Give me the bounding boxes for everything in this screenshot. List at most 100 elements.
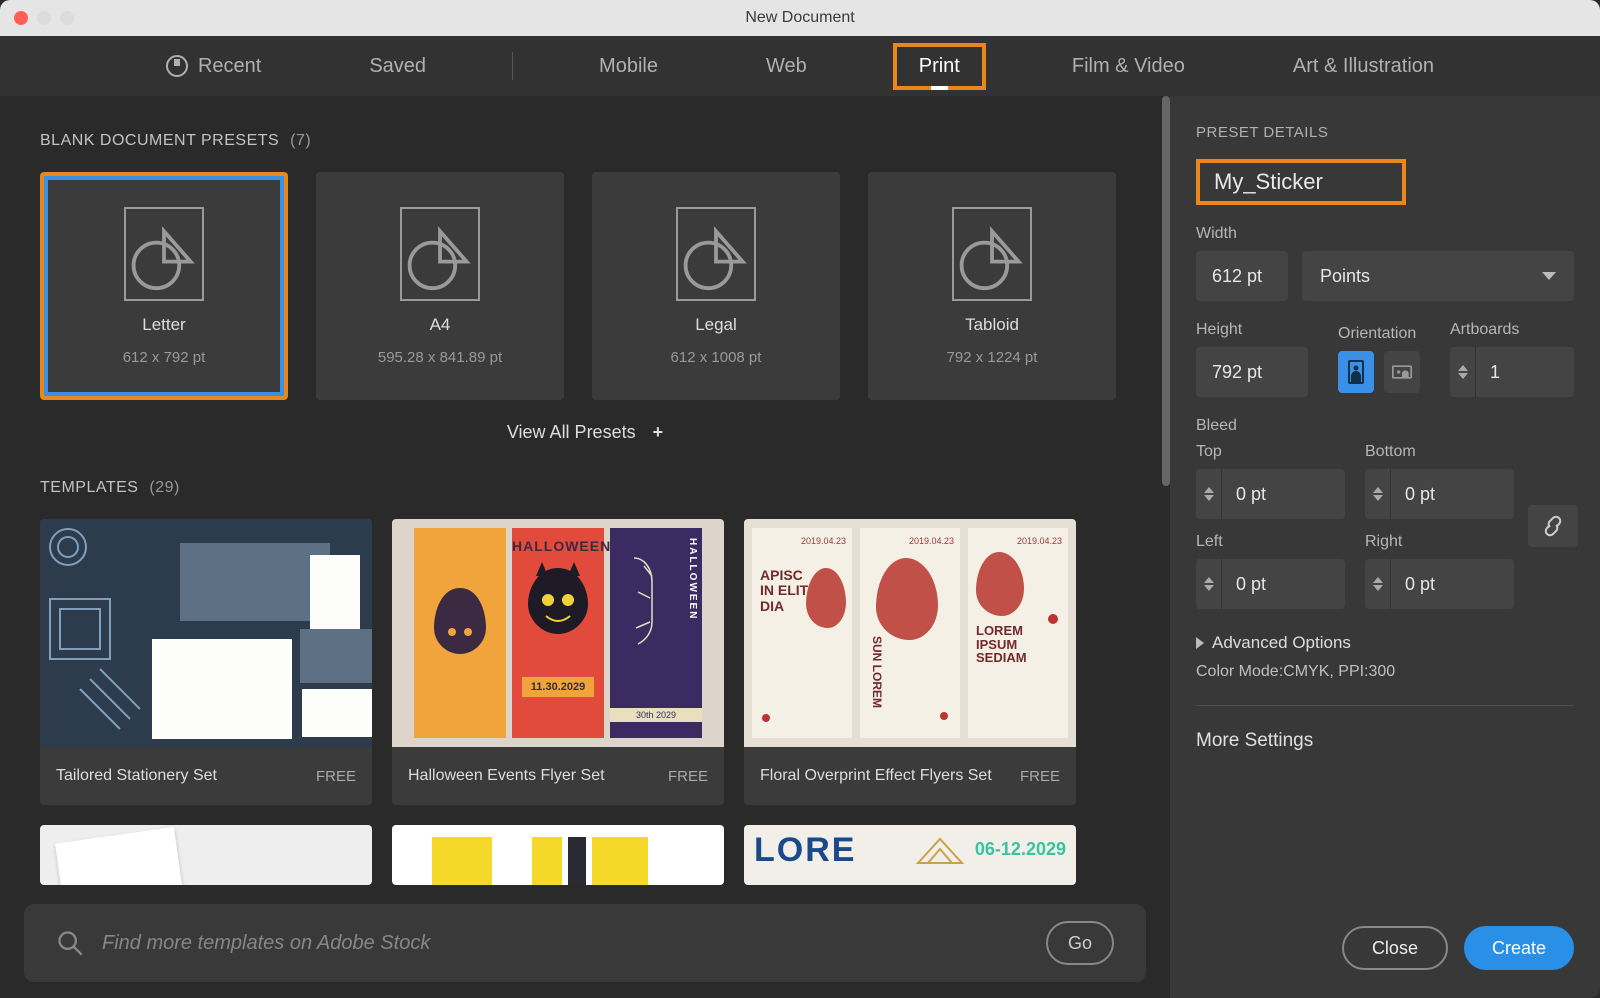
stepper-up-icon[interactable] <box>1204 487 1214 493</box>
advanced-options-label: Advanced Options <box>1212 633 1351 653</box>
tab-web[interactable]: Web <box>744 47 829 86</box>
tab-divider <box>512 52 513 80</box>
tab-label: Film & Video <box>1072 55 1185 78</box>
width-input[interactable]: 612 pt <box>1196 251 1288 301</box>
view-all-presets[interactable]: View All Presets + <box>40 422 1130 443</box>
document-icon <box>400 207 480 301</box>
tab-recent[interactable]: Recent <box>144 47 283 86</box>
preset-dimensions: 612 x 792 pt <box>123 349 206 366</box>
document-icon <box>124 207 204 301</box>
stepper-up-icon[interactable] <box>1373 577 1383 583</box>
template-thumbnail <box>392 825 724 885</box>
thumb-text: 11.30.2029 <box>522 677 594 697</box>
tab-print[interactable]: Print <box>893 43 986 90</box>
stepper-down-icon[interactable] <box>1204 495 1214 501</box>
advanced-options-toggle[interactable]: Advanced Options <box>1196 633 1574 653</box>
create-button[interactable]: Create <box>1464 926 1574 970</box>
preset-details-panel: PRESET DETAILS My_Sticker Width 612 pt P… <box>1170 96 1600 998</box>
height-value: 792 pt <box>1212 362 1262 383</box>
search-icon <box>56 929 84 957</box>
stock-search-bar[interactable]: Find more templates on Adobe Stock Go <box>24 904 1146 982</box>
view-all-label: View All Presets <box>507 422 636 442</box>
preset-dimensions: 612 x 1008 pt <box>671 349 762 366</box>
chevron-down-icon <box>1542 272 1556 280</box>
templates-heading-text: TEMPLATES <box>40 479 138 496</box>
close-button[interactable]: Close <box>1342 926 1448 970</box>
preset-name: Tabloid <box>965 315 1019 335</box>
document-name-value: My_Sticker <box>1214 169 1323 195</box>
bleed-bottom-input[interactable]: 0 pt <box>1365 469 1514 519</box>
template-price: FREE <box>316 768 356 785</box>
tab-mobile[interactable]: Mobile <box>577 47 680 86</box>
templates-count: (29) <box>149 479 179 496</box>
height-input[interactable]: 792 pt <box>1196 347 1308 397</box>
stepper-down-icon[interactable] <box>1373 585 1383 591</box>
go-button[interactable]: Go <box>1046 921 1114 965</box>
thumb-text: HALLOWEEN <box>512 538 604 554</box>
preset-name: Legal <box>695 315 737 335</box>
stepper-down-icon[interactable] <box>1458 373 1468 379</box>
stepper-down-icon[interactable] <box>1204 585 1214 591</box>
preset-name: Letter <box>142 315 185 335</box>
orientation-portrait[interactable] <box>1338 351 1374 393</box>
preset-legal[interactable]: Legal 612 x 1008 pt <box>592 172 840 400</box>
document-icon <box>676 207 756 301</box>
stepper-up-icon[interactable] <box>1373 487 1383 493</box>
color-mode-info: Color Mode:CMYK, PPI:300 <box>1196 663 1574 681</box>
tab-film-video[interactable]: Film & Video <box>1050 47 1207 86</box>
template-partial-2[interactable] <box>392 825 724 885</box>
thumb-text: 2019.04.23 <box>801 536 846 546</box>
template-stationery-set[interactable]: Tailored Stationery Set FREE <box>40 519 372 805</box>
units-select[interactable]: Points <box>1302 251 1574 301</box>
orientation-label: Orientation <box>1338 325 1420 343</box>
thumb-text: LORE <box>754 831 856 870</box>
tab-saved[interactable]: Saved <box>347 47 448 86</box>
document-name-input[interactable]: My_Sticker <box>1196 159 1406 205</box>
plus-icon: + <box>653 422 664 442</box>
go-label: Go <box>1068 933 1092 954</box>
stepper-up-icon[interactable] <box>1204 577 1214 583</box>
preset-letter[interactable]: Letter 612 x 792 pt <box>40 172 288 400</box>
template-thumbnail: 2019.04.23 APISC IN ELIT DIA 2019.04.23 … <box>744 519 1076 747</box>
tab-art-illustration[interactable]: Art & Illustration <box>1271 47 1456 86</box>
presets-heading-text: BLANK DOCUMENT PRESETS <box>40 132 279 149</box>
close-label: Close <box>1372 938 1418 959</box>
thumb-text: SUN LOREM <box>870 636 884 708</box>
template-thumbnail <box>40 825 372 885</box>
artboards-label: Artboards <box>1450 321 1574 339</box>
stepper-up-icon[interactable] <box>1458 365 1468 371</box>
presets-templates-pane: BLANK DOCUMENT PRESETS (7) Letter 612 x … <box>0 96 1170 998</box>
template-thumbnail <box>40 519 372 747</box>
artboards-stepper[interactable]: 1 <box>1450 347 1574 397</box>
bleed-left-input[interactable]: 0 pt <box>1196 559 1345 609</box>
clock-icon <box>166 55 188 77</box>
template-partial-1[interactable] <box>40 825 372 885</box>
scrollbar[interactable] <box>1162 96 1170 486</box>
bleed-right-input[interactable]: 0 pt <box>1365 559 1514 609</box>
preset-a4[interactable]: A4 595.28 x 841.89 pt <box>316 172 564 400</box>
thumb-text: 06-12.2029 <box>975 839 1066 860</box>
link-bleed-button[interactable] <box>1528 505 1578 547</box>
height-label: Height <box>1196 321 1308 339</box>
width-value: 612 pt <box>1212 266 1262 287</box>
templates-heading: TEMPLATES (29) <box>40 479 1130 497</box>
orientation-landscape[interactable] <box>1384 351 1420 393</box>
more-settings-button[interactable]: More Settings <box>1196 730 1574 752</box>
template-name: Halloween Events Flyer Set <box>408 767 605 785</box>
template-partial-3[interactable]: LORE 06-12.2029 <box>744 825 1076 885</box>
bleed-left-label: Left <box>1196 533 1345 551</box>
bleed-bottom-label: Bottom <box>1365 443 1514 461</box>
template-floral-flyers[interactable]: 2019.04.23 APISC IN ELIT DIA 2019.04.23 … <box>744 519 1076 805</box>
thumb-text: 30th 2029 <box>610 708 702 722</box>
presets-count: (7) <box>290 132 311 149</box>
link-icon <box>1541 514 1565 538</box>
preset-tabloid[interactable]: Tabloid 792 x 1224 pt <box>868 172 1116 400</box>
bleed-top-input[interactable]: 0 pt <box>1196 469 1345 519</box>
chevron-right-icon <box>1196 637 1204 649</box>
stepper-down-icon[interactable] <box>1373 495 1383 501</box>
bleed-right-value: 0 pt <box>1391 574 1449 595</box>
preset-dimensions: 792 x 1224 pt <box>947 349 1038 366</box>
template-halloween-flyer[interactable]: HALLOWEEN 11.30.2029 HALLOWEEN 30th 2029 <box>392 519 724 805</box>
bleed-bottom-value: 0 pt <box>1391 484 1449 505</box>
more-settings-label: More Settings <box>1196 730 1313 751</box>
